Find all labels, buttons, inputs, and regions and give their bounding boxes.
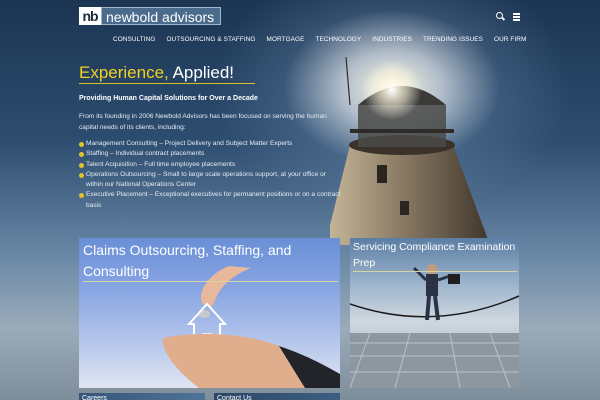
tab-contact-us[interactable]: Contact Us <box>214 393 340 400</box>
header-icons <box>496 12 521 21</box>
logo-name: newbold advisors <box>101 7 222 25</box>
hero-title-underline <box>79 83 255 84</box>
nav-item-trending-issues[interactable]: TRENDING ISSUES <box>423 36 483 43</box>
card-title: Claims Outsourcing, Staffing, and Consul… <box>83 242 292 279</box>
list-item: Talent Acquisition – Full time employee … <box>79 160 344 170</box>
card-servicing-compliance[interactable]: Servicing Compliance Examination Prep <box>350 238 519 388</box>
logo[interactable]: nb newbold advisors <box>79 7 222 25</box>
hero-subhead: Providing Human Capital Solutions for Ov… <box>79 95 258 102</box>
hero-title-part2: Applied! <box>172 63 235 82</box>
nav-item-our-firm[interactable]: OUR FIRM <box>494 36 526 43</box>
service-text: Management Consulting – Project Delivery… <box>86 140 293 147</box>
list-item: Operations Outsourcing – Small to large … <box>79 170 344 191</box>
bullet-icon <box>79 172 84 178</box>
hero-title-part1: Experience, <box>79 63 169 82</box>
hero-title: Experience, Applied! <box>79 63 234 83</box>
bullet-icon <box>79 142 84 147</box>
card-title: Servicing Compliance Examination Prep <box>353 241 516 269</box>
service-text: Operations Outsourcing – Small to large … <box>86 170 326 189</box>
main-nav: CONSULTING OUTSOURCING & STAFFING MORTGA… <box>113 36 526 43</box>
nav-item-consulting[interactable]: CONSULTING <box>113 36 155 43</box>
hero-intro: From its founding in 2006 Newbold Adviso… <box>79 113 327 131</box>
nav-item-industries[interactable]: INDUSTRIES <box>372 36 412 43</box>
logo-mark: nb <box>79 7 101 25</box>
card-claims-outsourcing[interactable]: Claims Outsourcing, Staffing, and Consul… <box>79 238 340 388</box>
card-title-rule <box>353 271 517 272</box>
list-item: Executive Placement – Exceptional execut… <box>79 190 344 211</box>
tab-careers[interactable]: Careers <box>79 393 205 400</box>
nav-item-technology[interactable]: TECHNOLOGY <box>315 36 361 43</box>
list-item: Staffing – Individual contract placement… <box>79 149 344 159</box>
search-icon[interactable] <box>496 12 506 21</box>
service-text: Talent Acquisition – Full time employee … <box>86 160 236 168</box>
list-item: Management Consulting – Project Delivery… <box>79 139 344 149</box>
service-text: Executive Placement – Exceptional execut… <box>86 191 341 209</box>
service-text: Staffing – Individual contract placement… <box>86 150 205 158</box>
nav-item-outsourcing-staffing[interactable]: OUTSOURCING & STAFFING <box>166 36 255 43</box>
services-list: Management Consulting – Project Delivery… <box>79 139 344 211</box>
bullet-icon <box>79 162 84 168</box>
menu-icon[interactable] <box>512 12 521 21</box>
bullet-icon <box>79 193 84 199</box>
bullet-icon <box>79 152 84 158</box>
lighthouse-image <box>330 56 490 245</box>
nav-item-mortgage[interactable]: MORTGAGE <box>267 36 305 43</box>
card-title-rule <box>83 281 338 282</box>
